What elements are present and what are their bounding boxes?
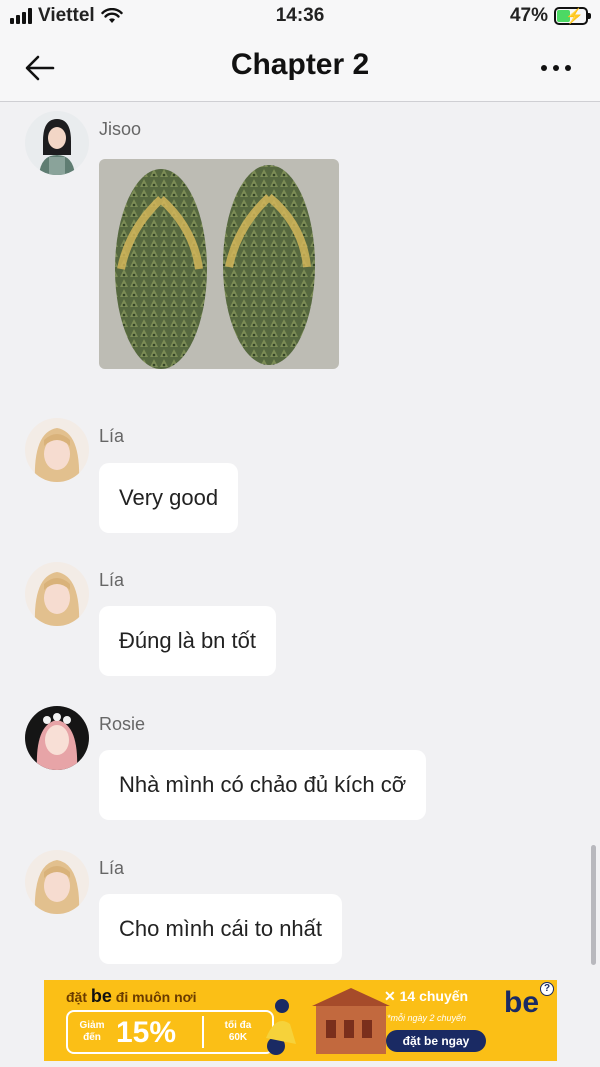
ad-banner[interactable]: đặt be đi muôn nơi Giảm đến 15% tối đa 6… [44,980,557,1061]
page-title: Chapter 2 [230,48,370,81]
message-bubble[interactable]: Đúng là bn tốt [99,606,276,676]
ad-headline: đặt be đi muôn nơi [66,986,197,1007]
ad-cta-button[interactable]: đặt be ngay [386,1030,486,1052]
sender-name: Rosie [99,714,146,734]
battery-charging-icon: ⚡ [554,7,591,25]
status-bar: Viettel 14:36 47% ⚡ [0,0,600,34]
ad-trips-note: *mỗi ngày 2 chuyến [387,1013,467,1023]
avatar-rosie[interactable] [25,706,89,770]
ad-help-icon[interactable]: ? [540,982,554,996]
ad-promo-prefix-line2: đến [83,1032,101,1043]
avatar-lia[interactable] [25,850,89,914]
message-bubble[interactable]: Very good [99,463,239,533]
message-bubble[interactable]: Nhà mình có chảo đủ kích cỡ [99,750,427,820]
sender-name: Lía [99,858,125,878]
ad-headline-post: đi muôn nơi [115,989,197,1005]
scrollbar[interactable] [591,845,596,965]
message-list[interactable]: Jisoo Lía Very good Lía Đúng là bn tốt R… [0,103,600,973]
ad-promo-box: Giảm đến 15% tối đa 60K [66,1010,274,1054]
bolt-icon: ⚡ [565,8,584,25]
avatar-image [25,850,89,914]
ad-headline-pre: đặt [66,989,87,1005]
ad-promo-prefix-line1: Giảm [79,1020,105,1031]
avatar-lia[interactable] [25,562,89,626]
message-photo[interactable] [99,159,339,369]
avatar-image [25,418,89,482]
avatar-image [25,706,89,770]
sender-name: Lía [99,426,125,446]
message-bubble[interactable]: Cho mình cái to nhất [99,894,343,964]
status-right: 47% ⚡ [509,5,591,27]
ad-logo: be [504,986,540,1019]
ad-headline-brand: be [90,986,112,1006]
nav-bar: Chapter 2 [0,34,600,102]
ad-divider [202,1016,204,1048]
sender-name: Jisoo [99,119,142,139]
avatar-image [25,562,89,626]
ad-trips: ✕ 14 chuyến [384,988,469,1004]
ad-promo-percent: 15% [116,1016,177,1049]
sender-name: Lía [99,570,125,590]
more-options-button[interactable] [534,48,578,88]
battery-percent: 47% [509,5,548,26]
more-dots-icon [541,65,571,71]
durian-sandals-image [99,159,339,369]
ad-trips-text: 14 chuyến [399,988,469,1004]
avatar-lia[interactable] [25,418,89,482]
avatar-image [25,111,89,175]
ad-promo-prefix: Giảm đến [74,1020,110,1044]
avatar-jisoo[interactable] [25,111,89,175]
